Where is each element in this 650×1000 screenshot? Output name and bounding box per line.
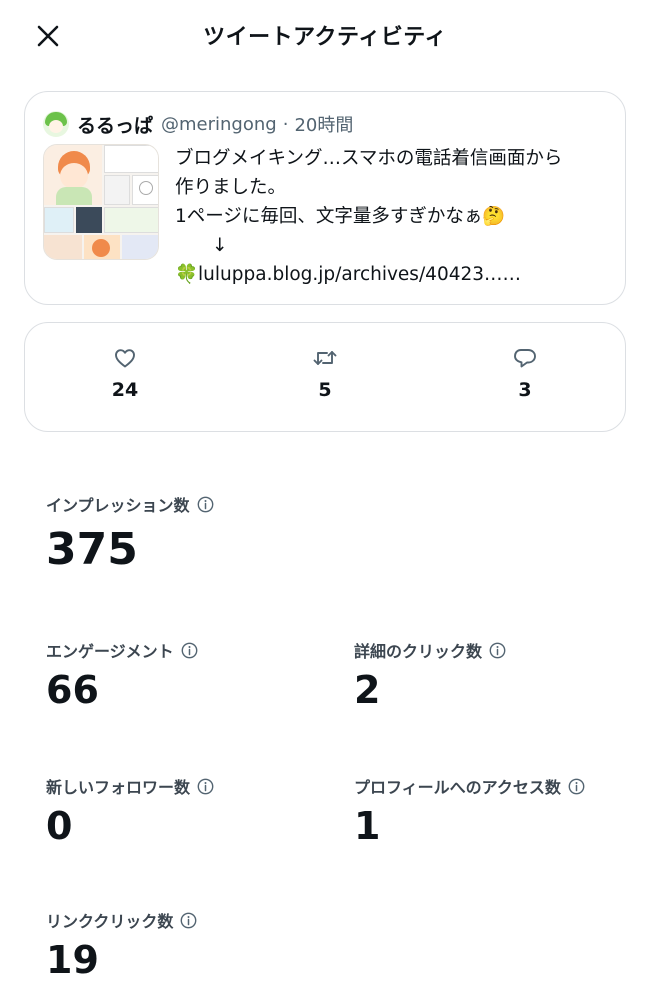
link-clicks-metric: リンククリック数 19 — [46, 908, 197, 982]
detail-clicks-metric: 詳細のクリック数 2 — [354, 638, 506, 712]
link-clicks-value: 19 — [46, 938, 99, 982]
tweet-text-line: 作りました。 — [175, 177, 287, 198]
tweet-time: 20時間 — [294, 115, 354, 136]
author-name[interactable]: るるっぱ — [77, 111, 153, 138]
tweet-text-line: ↓ — [175, 235, 228, 256]
separator-dot: · — [282, 113, 289, 135]
link-clicks-label: リンククリック数 — [46, 912, 174, 931]
info-icon[interactable] — [489, 642, 506, 659]
retweet-icon — [313, 351, 337, 365]
profile-visits-label: プロフィールへのアクセス数 — [354, 778, 561, 797]
heart-icon — [115, 349, 135, 368]
impressions-value: 375 — [46, 524, 138, 575]
author-handle: @meringong — [161, 113, 277, 135]
avatar[interactable] — [43, 111, 69, 137]
likes-stat[interactable]: 24 — [65, 345, 185, 401]
replies-stat[interactable]: 3 — [465, 345, 585, 401]
reply-icon — [514, 349, 536, 368]
new-followers-value: 0 — [46, 804, 73, 848]
engagements-label: エンゲージメント — [46, 642, 174, 661]
retweets-stat[interactable]: 5 — [265, 345, 385, 401]
engagements-metric: エンゲージメント 66 — [46, 638, 198, 712]
info-icon[interactable] — [180, 912, 197, 929]
tweet-preview-card[interactable]: るるっぱ @meringong · 20時間 ブログメイキング…スマホの電話着信… — [24, 91, 626, 305]
new-followers-metric: 新しいフォロワー数 0 — [46, 774, 214, 848]
header: ツイートアクティビティ — [0, 0, 650, 72]
info-icon[interactable] — [197, 778, 214, 795]
tweet-text-line: ブログメイキング…スマホの電話着信画面から — [175, 148, 563, 169]
info-icon[interactable] — [181, 642, 198, 659]
impressions-metric: インプレッション数 375 — [46, 492, 214, 576]
info-icon[interactable] — [197, 496, 214, 513]
detail-clicks-label: 詳細のクリック数 — [354, 642, 483, 661]
info-icon[interactable] — [568, 778, 585, 795]
detail-clicks-value: 2 — [354, 668, 381, 712]
tweet-author-row: るるっぱ @meringong · 20時間 — [43, 110, 353, 138]
tweet-text[interactable]: ブログメイキング…スマホの電話着信画面から 作りました。 1ページに毎回、文字量… — [175, 144, 615, 289]
engagement-counts-card: 24 5 3 — [24, 322, 626, 432]
tweet-media-thumbnail[interactable] — [43, 144, 159, 260]
likes-count: 24 — [111, 379, 139, 401]
page-title: ツイートアクティビティ — [203, 25, 447, 50]
replies-count: 3 — [518, 379, 532, 401]
new-followers-label: 新しいフォロワー数 — [46, 778, 191, 797]
tweet-link-line[interactable]: 🍀luluppa.blog.jp/archives/40423…… — [175, 260, 615, 289]
tweet-text-line: 1ページに毎回、文字量多すぎかなぁ🤔 — [175, 206, 506, 227]
profile-visits-metric: プロフィールへのアクセス数 1 — [354, 774, 585, 848]
profile-visits-value: 1 — [354, 804, 381, 848]
impressions-label: インプレッション数 — [46, 496, 190, 515]
retweets-count: 5 — [318, 379, 332, 401]
engagements-value: 66 — [46, 668, 99, 712]
